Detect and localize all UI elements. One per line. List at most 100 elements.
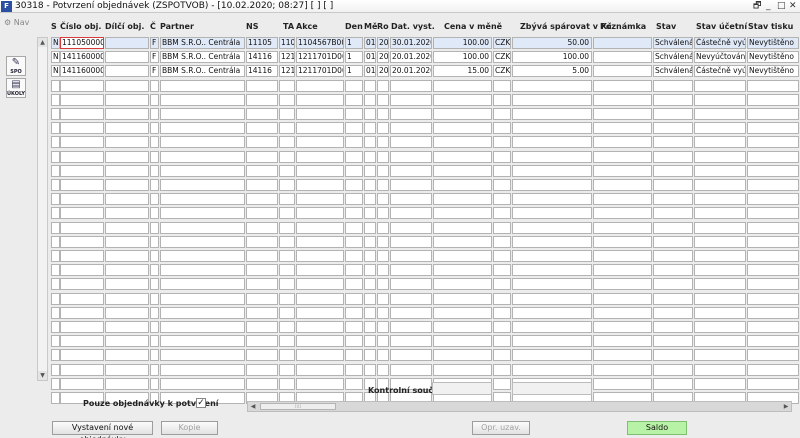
cell-akce[interactable] — [296, 122, 344, 134]
cell-c[interactable] — [150, 179, 159, 191]
cell-stav-ucetni[interactable] — [694, 122, 746, 134]
cell-ro[interactable]: 20 — [377, 51, 389, 63]
cell-cena[interactable] — [433, 364, 492, 376]
cell-zbyva[interactable] — [512, 136, 592, 148]
cell-partner[interactable] — [160, 335, 245, 347]
column-header-stav-tisku[interactable]: Stav tisku — [748, 22, 793, 31]
row-selector[interactable] — [39, 151, 48, 163]
cell-ns[interactable] — [246, 165, 278, 177]
cell-me[interactable] — [364, 278, 376, 290]
cell-ns[interactable] — [246, 349, 278, 361]
cell-mena[interactable] — [493, 293, 511, 305]
cell-me[interactable] — [364, 80, 376, 92]
cell-cislo[interactable] — [60, 278, 104, 290]
cell-zbyva[interactable] — [512, 364, 592, 376]
cell-mena[interactable] — [493, 307, 511, 319]
cell-c[interactable] — [150, 335, 159, 347]
cell-ta[interactable] — [279, 94, 295, 106]
cell-dat-vyst[interactable] — [390, 321, 432, 333]
cell-stav-ucetni[interactable] — [694, 222, 746, 234]
cell-stav-ucetni[interactable] — [694, 179, 746, 191]
cell-s[interactable] — [51, 364, 60, 376]
cell-partner[interactable] — [160, 378, 245, 390]
cell-s[interactable] — [51, 151, 60, 163]
cell-dilci[interactable] — [105, 307, 149, 319]
cell-den[interactable] — [345, 136, 363, 148]
cell-mena[interactable] — [493, 222, 511, 234]
cell-ns[interactable] — [246, 122, 278, 134]
cell-stav[interactable] — [653, 307, 693, 319]
cell-akce[interactable] — [296, 335, 344, 347]
cell-stav[interactable] — [653, 151, 693, 163]
cell-stav[interactable]: Schválená — [653, 65, 693, 77]
cell-stav[interactable] — [653, 250, 693, 262]
cell-poznamka[interactable] — [593, 236, 652, 248]
cell-poznamka[interactable] — [593, 37, 652, 49]
cell-partner[interactable] — [160, 364, 245, 376]
cell-akce[interactable] — [296, 250, 344, 262]
cell-ro[interactable] — [377, 193, 389, 205]
scroll-right-icon[interactable]: ▶ — [781, 402, 791, 411]
restore-icon[interactable]: 🗗 — [753, 0, 761, 13]
cell-cena[interactable] — [433, 207, 492, 219]
cell-ta[interactable] — [279, 236, 295, 248]
cell-cena[interactable]: 15.00 — [433, 65, 492, 77]
cell-stav-ucetni[interactable] — [694, 193, 746, 205]
cell-mena[interactable] — [493, 349, 511, 361]
row-selector[interactable] — [39, 51, 48, 63]
cell-cislo[interactable] — [60, 335, 104, 347]
cell-c[interactable]: F — [150, 51, 159, 63]
row-selector[interactable] — [39, 293, 48, 305]
cell-stav-tisku[interactable] — [747, 94, 799, 106]
cell-stav[interactable] — [653, 278, 693, 290]
cell-cena[interactable] — [433, 250, 492, 262]
cell-zbyva[interactable] — [512, 349, 592, 361]
cell-den[interactable] — [345, 236, 363, 248]
cell-stav-tisku[interactable] — [747, 236, 799, 248]
cell-dilci[interactable] — [105, 321, 149, 333]
cell-akce[interactable]: 1211701D000 — [296, 51, 344, 63]
cell-c[interactable]: F — [150, 65, 159, 77]
cell-stav-ucetni[interactable]: Částečně vyúčt — [694, 65, 746, 77]
cell-den[interactable] — [345, 278, 363, 290]
cell-ns[interactable] — [246, 293, 278, 305]
cell-ta[interactable] — [279, 378, 295, 390]
cell-ns[interactable] — [246, 222, 278, 234]
spo-tool-button[interactable]: ✎ SPO — [6, 56, 26, 76]
cell-ro[interactable] — [377, 80, 389, 92]
cell-c[interactable] — [150, 378, 159, 390]
cell-dat-vyst[interactable] — [390, 165, 432, 177]
cell-c[interactable] — [150, 293, 159, 305]
cell-me[interactable] — [364, 108, 376, 120]
cell-ta[interactable] — [279, 349, 295, 361]
cell-cena[interactable] — [433, 264, 492, 276]
cell-cena[interactable] — [433, 151, 492, 163]
cell-zbyva[interactable] — [512, 94, 592, 106]
horizontal-scrollbar[interactable]: ◀ ⁞⁞⁞⁞ ▶ — [247, 401, 792, 412]
cell-s[interactable]: N — [51, 65, 60, 77]
cell-akce[interactable] — [296, 108, 344, 120]
cell-dat-vyst[interactable] — [390, 122, 432, 134]
cell-stav[interactable] — [653, 193, 693, 205]
cell-den[interactable] — [345, 250, 363, 262]
cell-den[interactable]: 1 — [345, 65, 363, 77]
cell-stav-tisku[interactable] — [747, 165, 799, 177]
column-header-c[interactable]: Č — [150, 22, 156, 31]
cell-stav-tisku[interactable] — [747, 335, 799, 347]
cell-s[interactable] — [51, 80, 60, 92]
cell-ta[interactable] — [279, 293, 295, 305]
cell-partner[interactable] — [160, 193, 245, 205]
row-selector[interactable] — [39, 65, 48, 77]
cell-cislo[interactable] — [60, 136, 104, 148]
cell-stav-ucetni[interactable] — [694, 321, 746, 333]
cell-ro[interactable] — [377, 307, 389, 319]
cell-c[interactable] — [150, 80, 159, 92]
cell-partner[interactable] — [160, 236, 245, 248]
row-selector[interactable] — [39, 179, 48, 191]
cell-akce[interactable] — [296, 264, 344, 276]
cell-stav-tisku[interactable] — [747, 293, 799, 305]
cell-mena[interactable] — [493, 278, 511, 290]
cell-poznamka[interactable] — [593, 207, 652, 219]
cell-poznamka[interactable] — [593, 264, 652, 276]
cell-stav-tisku[interactable] — [747, 207, 799, 219]
